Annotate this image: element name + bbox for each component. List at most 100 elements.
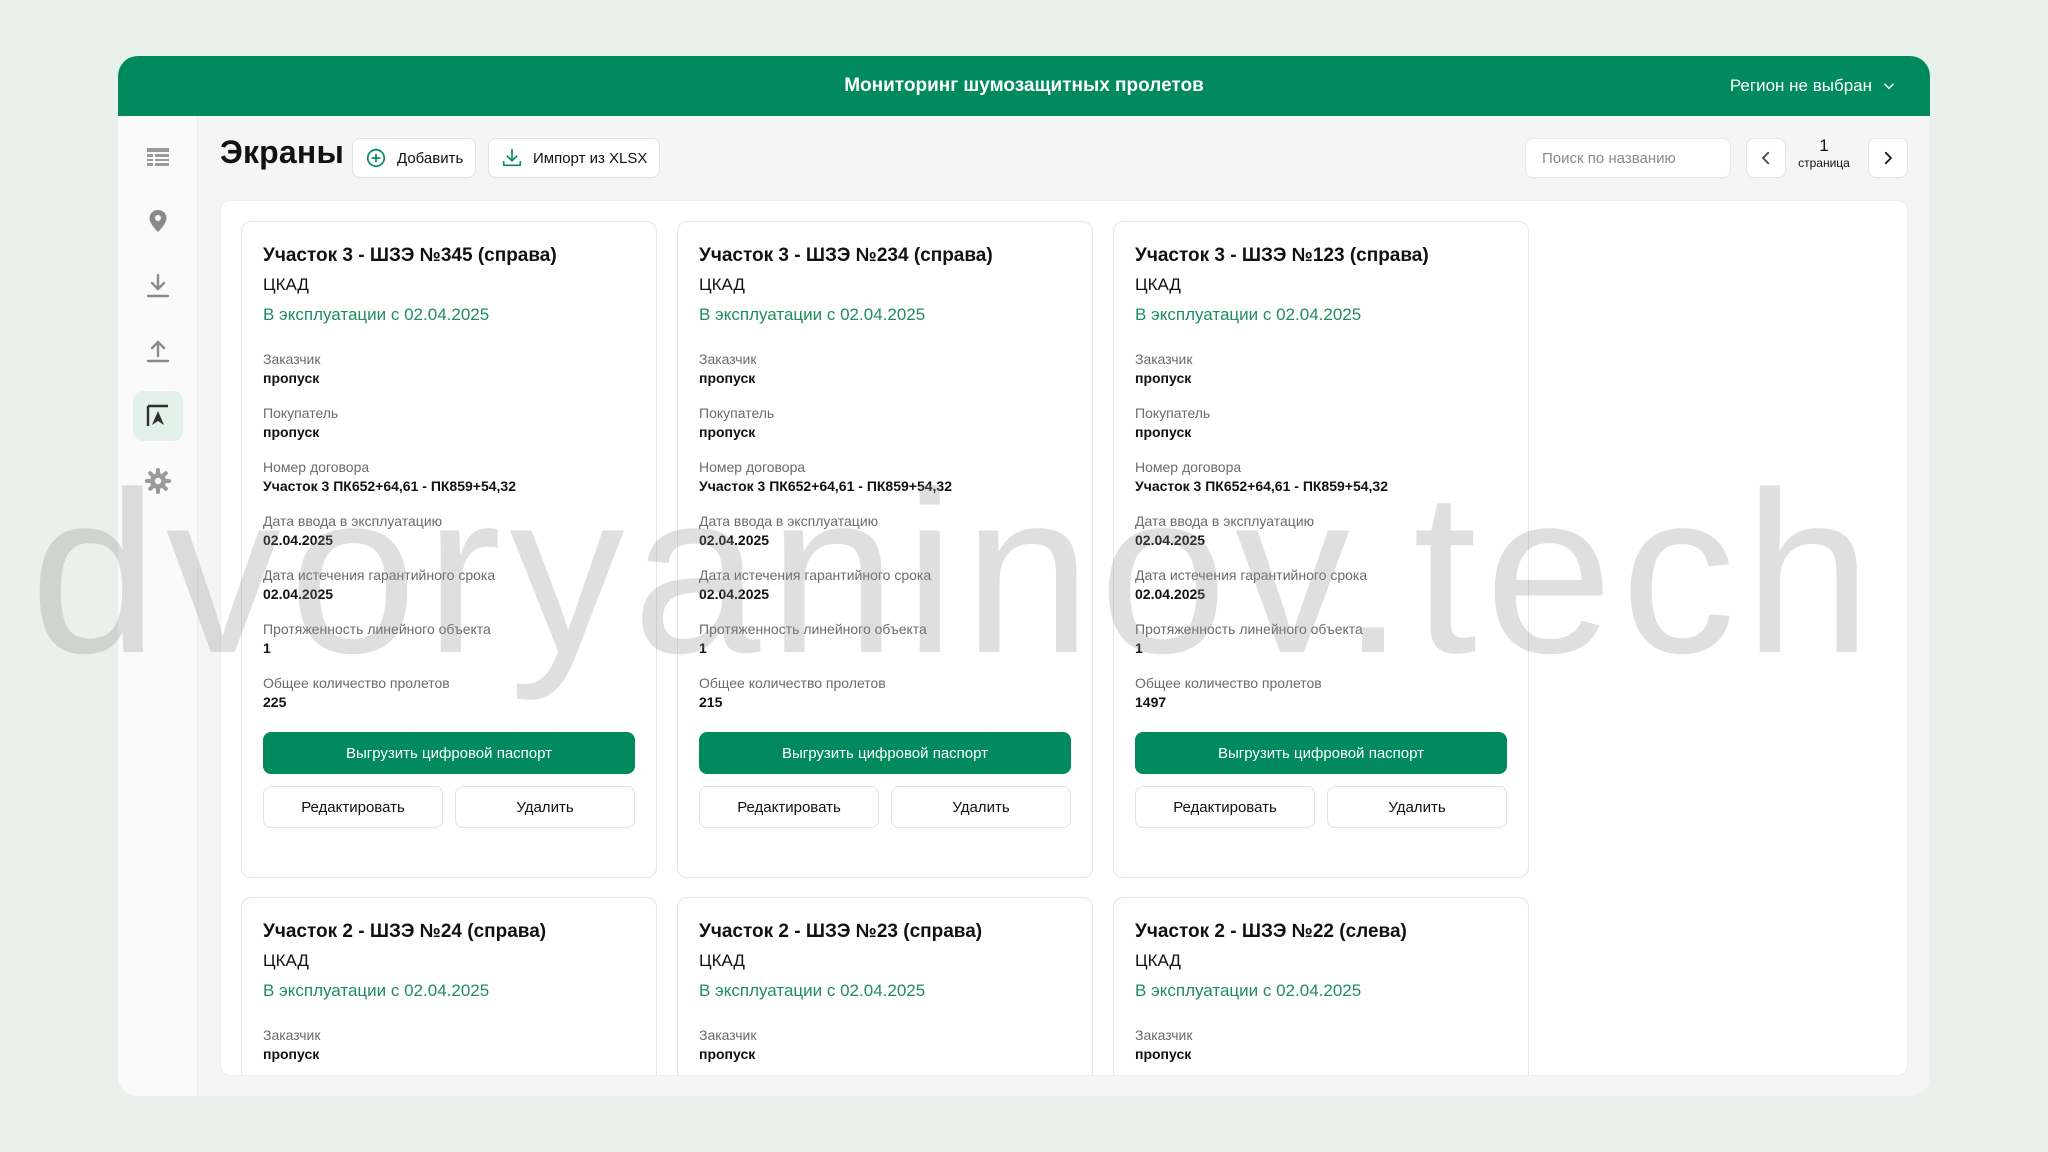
upload-icon — [146, 340, 170, 363]
add-button-label: Добавить — [397, 149, 464, 167]
card-road: ЦКАД — [1135, 275, 1181, 294]
customer-value: пропуск — [263, 370, 320, 386]
buyer-label: Покупатель — [1135, 405, 1211, 421]
warranty-date-value: 02.04.2025 — [263, 586, 334, 602]
screen-card: Участок 2 - ШЗЭ №22 (слева) ЦКАД В экспл… — [1113, 897, 1529, 1075]
card-title: Участок 3 - ШЗЭ №345 (справа) — [263, 245, 557, 266]
warranty-date-label: Дата истечения гарантийного срока — [1135, 567, 1368, 583]
contract-label: Номер договора — [699, 459, 806, 475]
sidebar-item-download[interactable] — [133, 261, 183, 311]
next-page-button[interactable] — [1868, 138, 1908, 178]
card-title: Участок 2 - ШЗЭ №22 (слева) — [1135, 921, 1407, 942]
card-road: ЦКАД — [1135, 951, 1181, 970]
import-button-label: Импорт из XLSX — [533, 149, 648, 167]
chevron-left-icon — [1762, 151, 1770, 165]
edit-button[interactable]: Редактировать — [699, 786, 879, 828]
commission-date-value: 02.04.2025 — [699, 532, 770, 548]
contract-value: Участок 3 ПК652+64,61 - ПК859+54,32 — [263, 478, 516, 494]
card-status: В эксплуатации с 02.04.2025 — [263, 305, 490, 324]
contract-label: Номер договора — [1135, 459, 1242, 475]
card-road: ЦКАД — [699, 951, 745, 970]
sidebar — [118, 116, 198, 1096]
commission-date-value: 02.04.2025 — [263, 532, 334, 548]
delete-button[interactable]: Удалить — [455, 786, 635, 828]
sidebar-item-table[interactable] — [133, 132, 183, 182]
warranty-date-value: 02.04.2025 — [699, 586, 770, 602]
spans-value: 1497 — [1135, 694, 1167, 710]
customer-label: Заказчик — [263, 1027, 321, 1043]
customer-label: Заказчик — [263, 351, 321, 367]
commission-date-label: Дата ввода в эксплуатацию — [263, 513, 443, 529]
download-icon — [502, 148, 522, 167]
commission-date-value: 02.04.2025 — [1135, 532, 1206, 548]
spans-label: Общее количество пролетов — [1135, 675, 1322, 691]
add-button[interactable]: Добавить — [352, 138, 477, 178]
buyer-value: пропуск — [699, 424, 756, 440]
card-status: В эксплуатации с 02.04.2025 — [1135, 305, 1362, 324]
screen-card: Участок 3 - ШЗЭ №234 (справа) ЦКАД В экс… — [677, 221, 1093, 878]
buyer-label: Покупатель — [699, 405, 775, 421]
app-title: Мониторинг шумозащитных пролетов — [844, 75, 1204, 96]
screen-card: Участок 3 - ШЗЭ №123 (справа) ЦКАД В экс… — [1113, 221, 1529, 878]
length-value: 1 — [1135, 640, 1143, 656]
search-input[interactable] — [1525, 138, 1731, 178]
card-road: ЦКАД — [263, 275, 309, 294]
screen-card: Участок 2 - ШЗЭ №23 (справа) ЦКАД В эксп… — [677, 897, 1093, 1075]
warranty-date-value: 02.04.2025 — [1135, 586, 1206, 602]
page-indicator: 1 страница — [1792, 136, 1856, 170]
table-icon — [147, 148, 169, 166]
card-road: ЦКАД — [263, 951, 309, 970]
customer-value: пропуск — [699, 1046, 756, 1062]
length-label: Протяженность линейного объекта — [699, 621, 927, 637]
sidebar-item-settings[interactable] — [133, 456, 183, 506]
buyer-value: пропуск — [263, 424, 320, 440]
card-status: В эксплуатации с 02.04.2025 — [699, 305, 926, 324]
customer-label: Заказчик — [699, 351, 757, 367]
contract-value: Участок 3 ПК652+64,61 - ПК859+54,32 — [699, 478, 952, 494]
spans-value: 215 — [699, 694, 723, 710]
screen-card: Участок 3 - ШЗЭ №345 (справа) ЦКАД В экс… — [241, 221, 657, 878]
chevron-down-icon — [1884, 83, 1894, 90]
card-title: Участок 3 - ШЗЭ №234 (справа) — [699, 245, 993, 266]
warranty-date-label: Дата истечения гарантийного срока — [263, 567, 496, 583]
region-label: Регион не выбран — [1729, 76, 1872, 95]
customer-value: пропуск — [699, 370, 756, 386]
edit-button[interactable]: Редактировать — [263, 786, 443, 828]
delete-button[interactable]: Удалить — [1327, 786, 1507, 828]
sidebar-item-screens[interactable] — [133, 391, 183, 441]
length-label: Протяженность линейного объекта — [263, 621, 491, 637]
commission-date-label: Дата ввода в эксплуатацию — [1135, 513, 1315, 529]
commission-date-label: Дата ввода в эксплуатацию — [699, 513, 879, 529]
region-selector[interactable]: Регион не выбран — [1730, 56, 1896, 116]
card-road: ЦКАД — [699, 275, 745, 294]
length-label: Протяженность линейного объекта — [1135, 621, 1363, 637]
spans-value: 225 — [263, 694, 287, 710]
spans-label: Общее количество пролетов — [263, 675, 450, 691]
customer-label: Заказчик — [699, 1027, 757, 1043]
app-window: Мониторинг шумозащитных пролетов Регион … — [118, 56, 1930, 1096]
download-icon — [146, 273, 170, 298]
export-passport-button[interactable]: Выгрузить цифровой паспорт — [699, 732, 1071, 774]
card-title: Участок 2 - ШЗЭ №24 (справа) — [263, 921, 547, 942]
top-bar: Мониторинг шумозащитных пролетов Регион … — [118, 56, 1930, 116]
customer-value: пропуск — [1135, 1046, 1192, 1062]
import-xlsx-button[interactable]: Импорт из XLSX — [488, 138, 661, 178]
card-status: В эксплуатации с 02.04.2025 — [263, 981, 490, 1000]
chevron-right-icon — [1884, 151, 1892, 165]
contract-label: Номер договора — [263, 459, 370, 475]
card-title: Участок 3 - ШЗЭ №123 (справа) — [1135, 245, 1429, 266]
prev-page-button[interactable] — [1746, 138, 1786, 178]
delete-button[interactable]: Удалить — [891, 786, 1071, 828]
edit-button[interactable]: Редактировать — [1135, 786, 1315, 828]
buyer-label: Покупатель — [263, 405, 339, 421]
cards-panel: Участок 3 - ШЗЭ №345 (справа) ЦКАД В экс… — [220, 200, 1908, 1076]
buyer-value: пропуск — [1135, 424, 1192, 440]
page-label: страница — [1798, 156, 1850, 170]
sidebar-item-map[interactable] — [133, 196, 183, 246]
main-content: Экраны Добавить Импорт из XLSX 1 страниц… — [198, 116, 1930, 1096]
export-passport-button[interactable]: Выгрузить цифровой паспорт — [263, 732, 635, 774]
sidebar-item-upload[interactable] — [133, 326, 183, 376]
export-passport-button[interactable]: Выгрузить цифровой паспорт — [1135, 732, 1507, 774]
gear-icon — [145, 468, 171, 494]
length-value: 1 — [263, 640, 271, 656]
